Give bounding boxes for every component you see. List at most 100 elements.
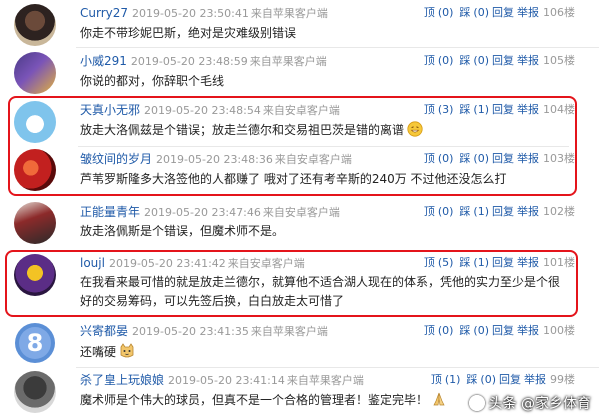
upvote-button[interactable]: 顶 (1) <box>428 373 461 386</box>
comment-text: 在我看来最可惜的就是放走兰德尔，就算他不适合湖人现在的体系，凭他的实力至少是个很… <box>80 275 561 308</box>
username-link[interactable]: 小威291 <box>80 54 127 68</box>
avatar[interactable] <box>14 101 56 143</box>
reply-button[interactable]: 回复 <box>492 103 514 116</box>
downvote-count: (0) <box>473 324 489 337</box>
comment-time: 2019-05-20 23:48:36 <box>156 153 273 166</box>
avatar[interactable]: 8 <box>14 322 56 364</box>
username-link[interactable]: 天真小无邪 <box>80 103 140 117</box>
username-link[interactable]: 兴寄都晏 <box>80 324 128 338</box>
avatar[interactable] <box>14 52 56 94</box>
upvote-button[interactable]: 顶 (0) <box>421 152 454 165</box>
toutiao-logo-icon <box>468 395 485 411</box>
comment-meta: 天真小无邪 2019-05-20 23:48:54 来自安卓客户端 <box>80 103 340 118</box>
downvote-count: (1) <box>473 205 489 218</box>
floor-number: 100楼 <box>543 324 575 337</box>
grin-emoji-icon <box>407 121 423 137</box>
reply-button[interactable]: 回复 <box>492 54 514 67</box>
comment-actions: 顶 (0) 踩 (0) 回复 举报 106楼 <box>418 6 575 20</box>
avatar[interactable] <box>14 149 56 191</box>
avatar[interactable] <box>14 371 56 413</box>
downvote-button[interactable]: 踩 (0) <box>456 324 489 337</box>
divider <box>78 146 569 147</box>
divider <box>76 47 599 48</box>
eight-badge-icon: 8 <box>15 323 55 363</box>
downvote-label: 踩 <box>459 54 471 67</box>
downvote-label: 踩 <box>459 256 471 269</box>
comment-source: 来自苹果客户端 <box>250 7 328 20</box>
downvote-button[interactable]: 踩 (1) <box>456 103 489 116</box>
comment-source: 来自安卓客户端 <box>227 257 305 270</box>
comment-text: 魔术师是个伟大的球员，但真不是一个合格的管理者！鉴定完毕！ <box>80 393 429 407</box>
floor-number: 102楼 <box>543 205 575 218</box>
avatar[interactable] <box>14 4 56 46</box>
upvote-count: (0) <box>437 205 454 218</box>
comment-time: 2019-05-20 23:47:46 <box>144 206 261 219</box>
downvote-label: 踩 <box>459 324 471 337</box>
reply-button[interactable]: 回复 <box>492 256 514 269</box>
reply-button[interactable]: 回复 <box>492 6 514 19</box>
downvote-label: 踩 <box>459 205 471 218</box>
report-button[interactable]: 举报 <box>517 256 539 269</box>
comment-meta: Curry27 2019-05-20 23:50:41 来自苹果客户端 <box>80 6 328 21</box>
reply-button[interactable]: 回复 <box>499 373 521 386</box>
upvote-button[interactable]: 顶 (5) <box>421 256 454 269</box>
username-link[interactable]: Curry27 <box>80 6 128 20</box>
floor-number: 105楼 <box>543 54 575 67</box>
comment-source: 来自苹果客户端 <box>286 374 364 387</box>
username-link[interactable]: 皱纹间的岁月 <box>80 152 152 166</box>
report-button[interactable]: 举报 <box>517 6 539 19</box>
reply-button[interactable]: 回复 <box>492 152 514 165</box>
report-button[interactable]: 举报 <box>524 373 546 386</box>
downvote-count: (0) <box>473 152 489 165</box>
comment-text: 放走洛佩斯是个错误，但魔术师不是。 <box>80 224 285 238</box>
upvote-button[interactable]: 顶 (0) <box>421 205 454 218</box>
comment-actions: 顶 (1) 踩 (0) 回复 举报 99楼 <box>425 373 575 387</box>
comment-source: 来自安卓客户端 <box>262 206 340 219</box>
username-link[interactable]: 杀了皇上玩娘娘 <box>80 373 164 387</box>
watermark: 头条 @家乡体育 <box>468 393 591 413</box>
upvote-label: 顶 <box>423 205 435 218</box>
upvote-button[interactable]: 顶 (0) <box>421 6 454 19</box>
report-button[interactable]: 举报 <box>517 103 539 116</box>
comment-time: 2019-05-20 23:41:35 <box>132 325 249 338</box>
comment-meta: 兴寄都晏 2019-05-20 23:41:35 来自苹果客户端 <box>80 324 328 339</box>
downvote-button[interactable]: 踩 (0) <box>456 54 489 67</box>
comment-meta: 杀了皇上玩娘娘 2019-05-20 23:41:14 来自苹果客户端 <box>80 373 364 388</box>
comment-time: 2019-05-20 23:41:42 <box>108 257 226 270</box>
report-button[interactable]: 举报 <box>517 324 539 337</box>
upvote-button[interactable]: 顶 (0) <box>421 324 454 337</box>
comment-time: 2019-05-20 23:48:54 <box>144 104 261 117</box>
comment-actions: 顶 (0) 踩 (0) 回复 举报 100楼 <box>418 324 575 338</box>
svg-text:8: 8 <box>27 329 44 357</box>
downvote-button[interactable]: 踩 (0) <box>456 6 489 19</box>
username-link[interactable]: 正能量青年 <box>80 205 140 219</box>
downvote-label: 踩 <box>459 103 471 116</box>
upvote-button[interactable]: 顶 (3) <box>421 103 454 116</box>
downvote-label: 踩 <box>459 6 471 19</box>
downvote-button[interactable]: 踩 (0) <box>463 373 496 386</box>
upvote-count: (1) <box>444 373 461 386</box>
report-button[interactable]: 举报 <box>517 152 539 165</box>
downvote-button[interactable]: 踩 (0) <box>456 152 489 165</box>
downvote-label: 踩 <box>459 152 471 165</box>
floor-number: 106楼 <box>543 6 575 19</box>
upvote-count: (5) <box>437 256 454 269</box>
comment-time: 2019-05-20 23:41:14 <box>168 374 285 387</box>
praying-hands-emoji-icon <box>433 392 445 406</box>
downvote-button[interactable]: 踩 (1) <box>456 256 489 269</box>
upvote-button[interactable]: 顶 (0) <box>421 54 454 67</box>
comment-source: 来自苹果客户端 <box>249 55 327 68</box>
avatar[interactable] <box>14 254 56 296</box>
reply-button[interactable]: 回复 <box>492 205 514 218</box>
downvote-button[interactable]: 踩 (1) <box>456 205 489 218</box>
avatar[interactable] <box>14 202 56 244</box>
comment-actions: 顶 (0) 踩 (1) 回复 举报 102楼 <box>418 205 575 219</box>
upvote-label: 顶 <box>423 256 435 269</box>
report-button[interactable]: 举报 <box>517 205 539 218</box>
report-button[interactable]: 举报 <box>517 54 539 67</box>
comment-text: 放走大洛佩兹是个错误；放走兰德尔和交易祖巴茨是错的离谱 <box>80 123 405 137</box>
username-link[interactable]: loujl <box>80 256 105 270</box>
downvote-count: (0) <box>473 6 489 19</box>
reply-button[interactable]: 回复 <box>492 324 514 337</box>
comment-actions: 顶 (0) 踩 (0) 回复 举报 105楼 <box>418 54 575 68</box>
